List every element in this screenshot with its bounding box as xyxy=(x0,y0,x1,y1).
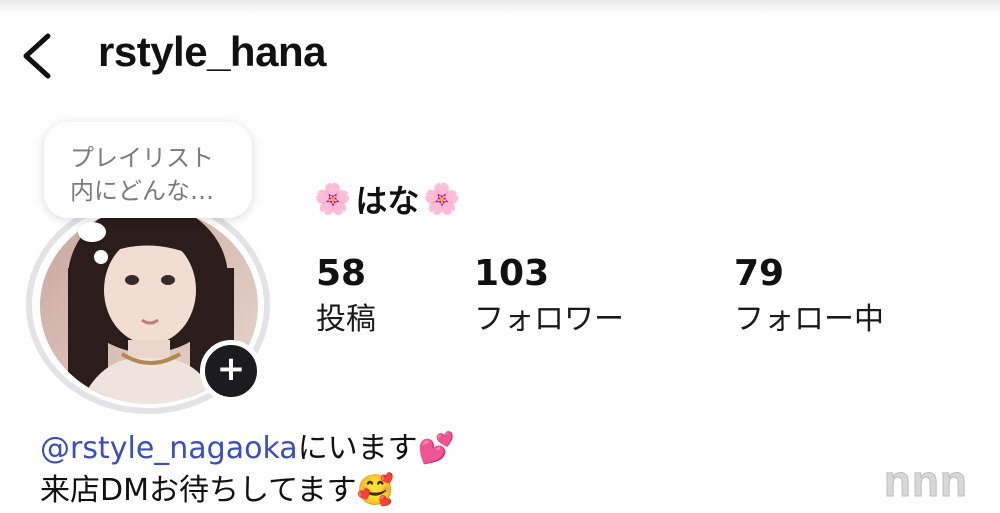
page-title: rstyle_hana xyxy=(98,28,326,75)
bio-mention-link[interactable]: @rstyle_nagaoka xyxy=(40,428,298,470)
cherry-blossom-icon: 🌸 xyxy=(314,181,352,217)
bio: @rstyle_nagaoka にいます 💕 来店DMお待ちしてます 🥰 xyxy=(40,428,455,512)
status-bar-shade xyxy=(0,0,1000,14)
two-hearts-icon: 💕 xyxy=(417,431,456,466)
following-label: フォロー中 xyxy=(734,302,884,337)
watermark-logo: n n n xyxy=(884,457,967,507)
stat-following[interactable]: 79 フォロー中 xyxy=(734,252,884,342)
note-tail-dot-small xyxy=(94,250,108,264)
display-name: 🌸 はな 🌸 xyxy=(314,176,461,222)
svg-text:n: n xyxy=(884,457,911,506)
followers-label: フォロワー xyxy=(474,302,624,337)
back-arrow-icon[interactable] xyxy=(18,30,58,82)
stat-posts[interactable]: 58 投稿 xyxy=(316,252,376,342)
bio-line-2: 来店DMお待ちしてます 🥰 xyxy=(40,470,455,512)
following-count: 79 xyxy=(734,253,785,294)
display-name-text: はな xyxy=(355,182,420,220)
svg-text:n: n xyxy=(912,457,939,506)
posts-count: 58 xyxy=(316,253,367,294)
note-tail-dot xyxy=(78,222,106,242)
bio-text: 来店DMお待ちしてます xyxy=(40,473,357,508)
bio-line-1: @rstyle_nagaoka にいます 💕 xyxy=(40,428,455,470)
posts-label: 投稿 xyxy=(316,302,376,337)
smiling-face-with-hearts-icon: 🥰 xyxy=(356,473,394,508)
note-text: プレイリスト 内にどんな… xyxy=(70,144,214,205)
bio-text: にいます xyxy=(297,431,418,466)
add-story-button[interactable]: + xyxy=(200,340,262,402)
followers-count: 103 xyxy=(474,253,550,294)
stat-followers[interactable]: 103 フォロワー xyxy=(474,252,624,342)
cherry-blossom-icon: 🌸 xyxy=(423,181,461,217)
svg-text:n: n xyxy=(940,457,967,506)
